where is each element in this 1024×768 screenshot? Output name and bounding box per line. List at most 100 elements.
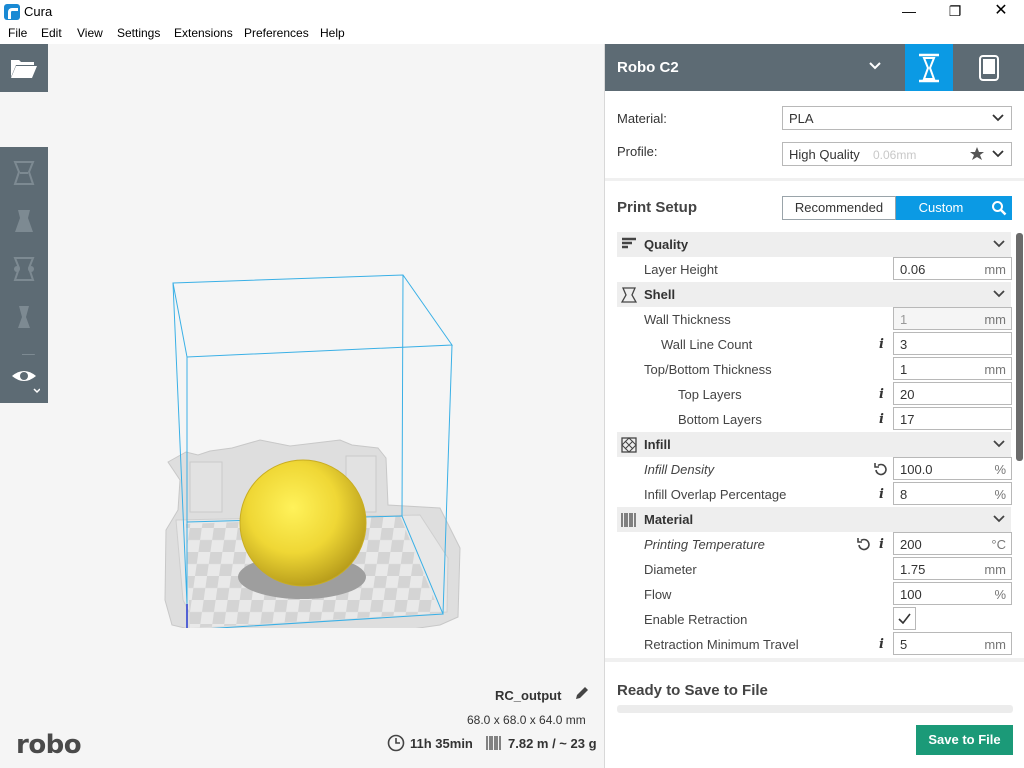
- menu-extensions[interactable]: Extensions: [174, 26, 233, 40]
- info-icon[interactable]: i: [879, 387, 884, 402]
- reset-icon[interactable]: [873, 462, 888, 477]
- scale-tool-button[interactable]: [0, 197, 48, 245]
- info-icon[interactable]: i: [879, 537, 884, 552]
- layer-height-input[interactable]: 0.06 mm: [893, 257, 1012, 280]
- info-icon[interactable]: i: [879, 487, 884, 502]
- category-material[interactable]: Material: [617, 507, 1011, 532]
- bottom-layers-input[interactable]: 17: [893, 407, 1012, 430]
- recommended-mode-button[interactable]: Recommended: [782, 196, 896, 220]
- profile-value: High Quality: [789, 147, 860, 162]
- chevron-down-icon: [993, 440, 1005, 448]
- category-title: Material: [644, 512, 694, 527]
- setting-bottom-layers: Bottom Layers i 17: [617, 407, 1012, 432]
- chevron-down-icon: [992, 150, 1004, 158]
- menu-bar: File Edit View Settings Extensions Prefe…: [0, 24, 1024, 44]
- setting-infill-density: Infill Density 100.0%: [617, 457, 1012, 482]
- diameter-input[interactable]: 1.75 mm: [893, 557, 1012, 580]
- material-profile-section: Material: PLA Profile: High Quality 0.06…: [605, 91, 1024, 178]
- printing-temperature-input[interactable]: 200 °C: [893, 532, 1012, 555]
- category-title: Quality: [644, 237, 689, 252]
- setting-printing-temperature: Printing Temperature i 200 °C: [617, 532, 1012, 557]
- window-title: Cura: [24, 4, 53, 19]
- info-icon[interactable]: i: [879, 412, 884, 427]
- tab-monitor[interactable]: [965, 44, 1013, 91]
- material-label: Material:: [617, 111, 667, 126]
- scale-tool-icon: [15, 210, 33, 232]
- wall-thickness-input[interactable]: 1 mm: [893, 307, 1012, 330]
- custom-mode-button[interactable]: Custom: [896, 196, 986, 220]
- minimize-button[interactable]: —: [886, 0, 932, 24]
- category-infill[interactable]: Infill: [617, 432, 1011, 457]
- material-spool-icon: [621, 513, 636, 527]
- category-shell[interactable]: Shell: [617, 282, 1011, 307]
- job-name: RC_output: [495, 688, 562, 703]
- maximize-button[interactable]: ❐: [932, 0, 978, 24]
- reset-icon[interactable]: [856, 537, 871, 552]
- setting-label: Enable Retraction: [644, 612, 748, 627]
- setting-wall-line-count: Wall Line Count i 3: [617, 332, 1012, 357]
- chevron-down-icon[interactable]: [868, 59, 882, 73]
- category-title: Shell: [644, 287, 676, 302]
- material-value: PLA: [789, 111, 814, 126]
- setting-enable-retraction: Enable Retraction: [617, 607, 1011, 632]
- filament-spool-icon: [486, 736, 501, 750]
- menu-file[interactable]: File: [8, 26, 27, 40]
- menu-settings[interactable]: Settings: [117, 26, 160, 40]
- 3d-viewport[interactable]: robo RC_output 68.0 x 68.0 x 64.0 mm 11h…: [0, 44, 604, 768]
- tab-print-settings[interactable]: [905, 44, 953, 91]
- top-bottom-thickness-input[interactable]: 1 mm: [893, 357, 1012, 380]
- infill-density-input[interactable]: 100.0%: [893, 457, 1012, 480]
- star-icon[interactable]: [969, 146, 985, 162]
- top-layers-input[interactable]: 20: [893, 382, 1012, 405]
- close-button[interactable]: ✕: [978, 0, 1024, 24]
- checkmark-icon: [898, 613, 911, 624]
- category-quality[interactable]: Quality: [617, 232, 1011, 257]
- settings-search-button[interactable]: [986, 196, 1012, 220]
- chevron-down-icon: [993, 290, 1005, 298]
- setting-top-bottom-thickness: Top/Bottom Thickness 1 mm: [617, 357, 1012, 382]
- edit-pencil-icon[interactable]: [574, 685, 590, 701]
- shell-icon: [621, 287, 637, 303]
- setting-layer-height: Layer Height 0.06 mm: [617, 257, 1012, 282]
- menu-view[interactable]: View: [77, 26, 103, 40]
- setting-diameter: Diameter 1.75 mm: [617, 557, 1012, 582]
- build-plate-scene: [164, 274, 461, 628]
- material-estimate: 7.82 m / ~ 23 g: [508, 736, 597, 751]
- search-icon: [992, 201, 1007, 216]
- infill-overlap-input[interactable]: 8%: [893, 482, 1012, 505]
- view-mode-button[interactable]: [0, 355, 48, 403]
- title-bar: Cura — ❐ ✕: [0, 0, 1024, 24]
- rotate-tool-button[interactable]: [0, 245, 48, 293]
- setting-label: Layer Height: [644, 262, 718, 277]
- setting-label: Wall Thickness: [644, 312, 731, 327]
- chevron-down-icon: [993, 240, 1005, 248]
- menu-help[interactable]: Help: [320, 26, 345, 40]
- menu-preferences[interactable]: Preferences: [244, 26, 309, 40]
- mirror-tool-icon: [18, 306, 30, 328]
- printer-selector[interactable]: Robo C2: [617, 59, 679, 76]
- setting-flow: Flow 100%: [617, 582, 1012, 607]
- settings-scrollbar[interactable]: [1016, 233, 1023, 461]
- retraction-min-travel-input[interactable]: 5 mm: [893, 632, 1012, 655]
- menu-edit[interactable]: Edit: [41, 26, 62, 40]
- chevron-down-icon: [993, 515, 1005, 523]
- flow-input[interactable]: 100%: [893, 582, 1012, 605]
- info-icon[interactable]: i: [879, 337, 884, 352]
- enable-retraction-checkbox[interactable]: [893, 607, 916, 630]
- move-tool-button[interactable]: [0, 149, 48, 197]
- profile-detail: 0.06mm: [873, 148, 917, 162]
- material-dropdown[interactable]: PLA: [782, 106, 1012, 130]
- setting-label: Printing Temperature: [644, 537, 765, 552]
- rotate-tool-icon: [13, 257, 35, 281]
- info-icon[interactable]: i: [879, 637, 884, 652]
- mirror-tool-button[interactable]: [0, 293, 48, 341]
- cura-app-icon: [4, 4, 20, 20]
- open-file-button[interactable]: [0, 44, 48, 92]
- setting-wall-thickness: Wall Thickness 1 mm: [617, 307, 1012, 332]
- profile-dropdown[interactable]: High Quality 0.06mm: [782, 142, 1012, 166]
- wall-line-count-input[interactable]: 3: [893, 332, 1012, 355]
- save-to-file-button[interactable]: Save to File: [916, 725, 1013, 755]
- setting-label: Flow: [644, 587, 672, 602]
- print-time-estimate: 11h 35min: [410, 736, 473, 751]
- category-title: Infill: [644, 437, 671, 452]
